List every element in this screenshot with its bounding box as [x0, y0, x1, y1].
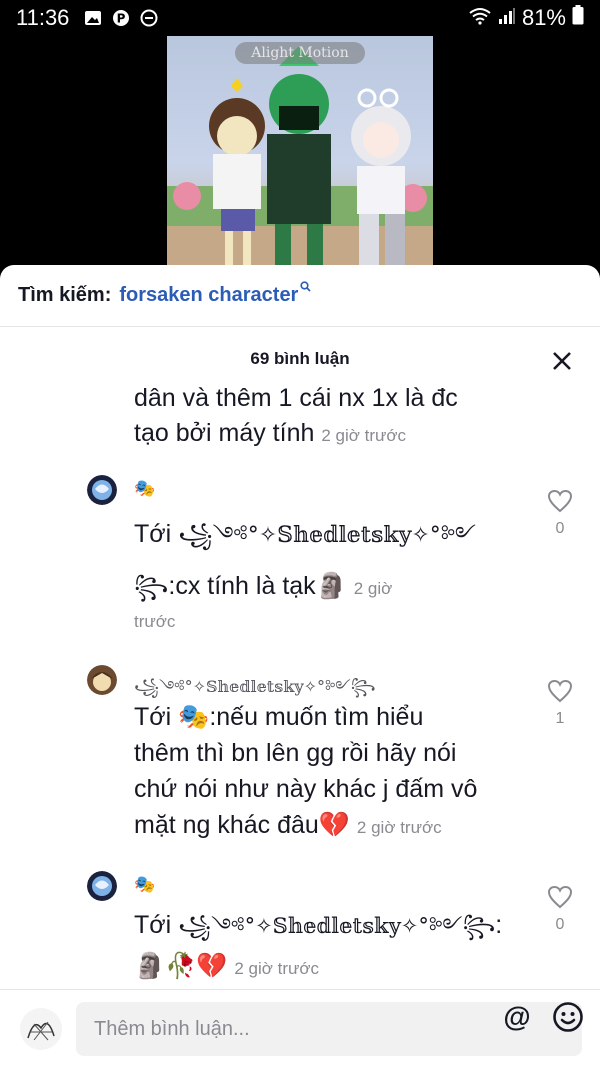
status-time: 11:36 [16, 5, 70, 30]
comment-body: dân và thêm 1 cái nx 1x là đc tạo bởi má… [134, 381, 554, 453]
comment-text-line: chứ nói như này khác j đấm vô [134, 775, 478, 803]
battery-icon [572, 5, 584, 31]
comment-text-line: Tới ꧁༺°✧𝕊𝕙𝕖𝕕𝕝𝕖𝕥𝕤𝕜𝕪✧°༻꧂: [134, 905, 534, 946]
comment-text-line: 🗿🥀💔 2 giờ trước [134, 946, 534, 989]
comment-input[interactable] [94, 1017, 454, 1041]
comment-text-end: tạo bởi máy tính [134, 419, 315, 447]
like-button[interactable]: 0 [546, 489, 574, 538]
dnd-icon [139, 8, 159, 28]
svg-text:P: P [117, 12, 126, 26]
search-query-link[interactable]: forsaken character [119, 284, 298, 307]
comment-text-line: ꧂:cx tính là tạk🗿 2 giờ [134, 565, 534, 610]
comment-timestamp: 2 giờ trước [356, 818, 442, 837]
comment-text: : [495, 911, 503, 939]
video-preview[interactable]: Alight Motion [0, 36, 600, 268]
comments-sheet: Tìm kiếm: forsaken character 69 bình luậ… [0, 265, 600, 1067]
heart-icon [547, 885, 573, 909]
mention-button[interactable]: @ [502, 1002, 532, 1032]
comment-text: :cx tính là tạk🗿 [168, 572, 347, 600]
comment-text-line: Tới ꧁༺°✧𝕊𝕙𝕖𝕕𝕝𝕖𝕥𝕤𝕜𝕪✧°༻ [134, 513, 534, 557]
like-button[interactable]: 0 [546, 885, 574, 934]
search-icon [300, 280, 311, 295]
mention-link[interactable]: ꧁༺°✧𝕊𝕙𝕖𝕕𝕝𝕖𝕥𝕤𝕜𝕪✧°༻꧂ [178, 914, 495, 938]
comment-timestamp: 2 giờ [353, 579, 393, 598]
close-button[interactable] [548, 347, 576, 375]
heart-icon [547, 489, 573, 513]
status-bar: 11:36 P 81% [0, 0, 600, 36]
reply-to-label: Tới [134, 520, 172, 548]
mention-link[interactable]: 🎭 [178, 703, 209, 731]
like-count: 0 [555, 520, 565, 537]
comment-text-line: dân và thêm 1 cái nx 1x là đc [134, 384, 458, 412]
status-right: 81% [468, 5, 584, 31]
avatar[interactable] [87, 665, 117, 695]
emoji-button[interactable] [552, 1001, 584, 1033]
comment-text-line: mặt ng khác đâu💔 2 giờ trước [134, 807, 544, 846]
avatar[interactable] [87, 475, 117, 505]
comment-username[interactable]: 🎭 [134, 875, 155, 895]
comment-text-end: mặt ng khác đâu💔 [134, 811, 350, 839]
reply-to-label: Tới [134, 703, 172, 731]
comment-text-line: tạo bởi máy tính 2 giờ trước [134, 416, 554, 453]
search-label: Tìm kiếm: [18, 284, 112, 306]
video-thumbnail[interactable]: Alight Motion [167, 36, 433, 268]
comment-deco: ꧂ [134, 575, 169, 600]
avatar[interactable] [87, 871, 117, 901]
comment-timestamp: 2 giờ trước [234, 959, 320, 978]
pinterest-icon: P [111, 8, 131, 28]
mention-link[interactable]: ꧁༺°✧𝕊𝕙𝕖𝕕𝕝𝕖𝕥𝕤𝕜𝕪✧°༻ [178, 523, 476, 548]
video-frame-illustration [167, 46, 433, 268]
wifi-icon [468, 5, 492, 31]
comment-text-line: Tới 🎭:nếu muốn tìm hiểu [134, 699, 544, 735]
gallery-icon [83, 8, 103, 28]
battery-percent: 81% [521, 5, 566, 30]
heart-icon [547, 679, 573, 703]
video-watermark: Alight Motion [235, 42, 365, 64]
comment-body: Tới ꧁༺°✧𝕊𝕙𝕖𝕕𝕝𝕖𝕥𝕤𝕜𝕪✧°༻꧂: 🗿🥀💔 2 giờ trước [134, 905, 534, 989]
like-button[interactable]: 1 [546, 679, 574, 728]
comment-list[interactable]: dân và thêm 1 cái nx 1x là đc tạo bởi má… [0, 377, 600, 989]
comment-body: Tới ꧁༺°✧𝕊𝕙𝕖𝕕𝕝𝕖𝕥𝕤𝕜𝕪✧°༻ ꧂:cx tính là tạk🗿 … [134, 513, 534, 632]
like-count: 0 [555, 916, 565, 933]
signal-icon [498, 5, 516, 31]
emoji-icon [553, 1002, 583, 1032]
comment-emojis: 🗿🥀💔 [134, 952, 228, 980]
comment-input-bar: @ [0, 989, 600, 1067]
close-icon [553, 352, 571, 370]
like-count: 1 [555, 710, 565, 727]
related-search[interactable]: Tìm kiếm: forsaken character [0, 265, 600, 327]
comment-text: :nếu muốn tìm hiểu [209, 703, 424, 731]
comment-timestamp: 2 giờ trước [321, 426, 407, 445]
my-avatar[interactable] [20, 1008, 62, 1050]
comment-timestamp-cont: trước [134, 612, 176, 631]
at-icon: @ [503, 1001, 531, 1032]
comments-count: 69 bình luận [250, 349, 350, 368]
comment-username[interactable]: 🎭 [134, 479, 155, 499]
comment-body: Tới 🎭:nếu muốn tìm hiểu thêm thì bn lên … [134, 699, 544, 846]
reply-to-label: Tới [134, 911, 172, 939]
comment-text-line: thêm thì bn lên gg rồi hãy nói [134, 739, 457, 767]
